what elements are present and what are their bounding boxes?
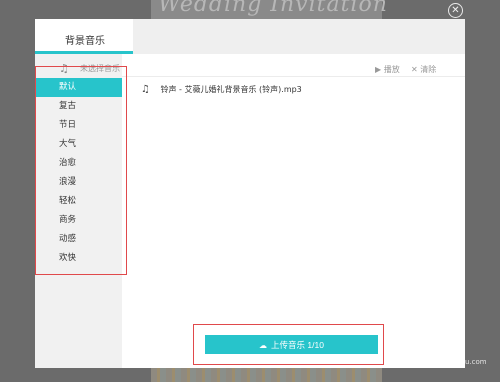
- tab-label: 背景音乐: [65, 36, 105, 47]
- tab-background-music[interactable]: 背景音乐: [35, 19, 133, 54]
- play-label: 播放: [383, 65, 400, 74]
- close-icon[interactable]: ✕: [448, 3, 463, 18]
- invitation-map-strip: [151, 368, 382, 382]
- toolbar-divider: [122, 76, 465, 77]
- highlight-box-categories: [35, 66, 127, 275]
- invitation-title: Wedding Invitation: [158, 0, 388, 17]
- track-name: 铃声 - 艾薇儿婚礼背景音乐 (铃声).mp3: [160, 85, 302, 94]
- clear-label: 清除: [420, 65, 437, 74]
- track-item[interactable]: ♫ 铃声 - 艾薇儿婚礼背景音乐 (铃声).mp3: [141, 84, 302, 98]
- clear-icon: ✕: [411, 65, 418, 74]
- clear-button[interactable]: ✕ 清除: [411, 64, 436, 75]
- play-icon: ▶: [375, 65, 382, 74]
- music-note-icon: ♫: [141, 84, 150, 95]
- dialog-header: 背景音乐: [35, 19, 465, 54]
- play-button[interactable]: ▶ 播放: [375, 64, 400, 75]
- highlight-box-upload: [193, 324, 384, 365]
- watermark-url: jingyan.baidu.com: [422, 358, 487, 366]
